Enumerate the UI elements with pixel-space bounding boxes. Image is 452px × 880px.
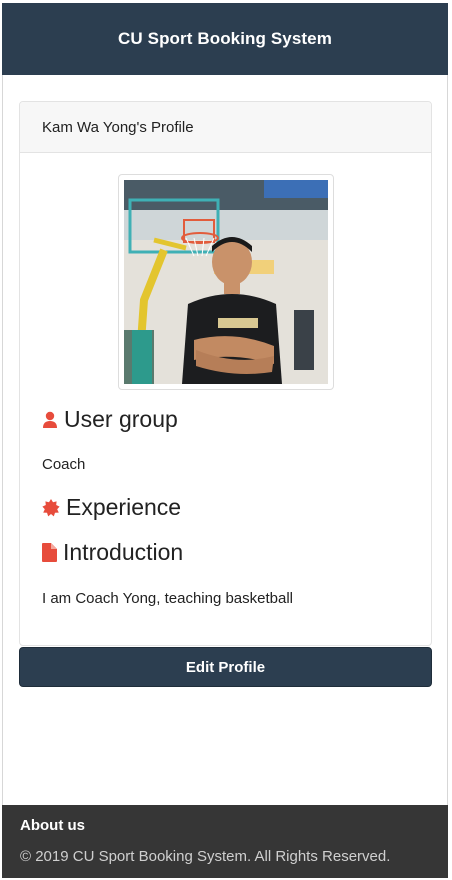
user-icon [43,411,57,428]
user-group-label: User group [64,406,178,432]
introduction-value: I am Coach Yong, teaching basketball [42,590,294,607]
profile-title: Kam Wa Yong's Profile [42,118,194,136]
profile-photo-frame [118,174,334,390]
profile-photo [124,180,328,384]
footer: About us © 2019 CU Sport Booking System.… [2,805,448,878]
introduction-heading: Introduction [42,539,183,566]
certificate-icon [42,498,60,516]
edit-profile-button[interactable]: Edit Profile [19,647,432,687]
introduction-label: Introduction [63,539,184,565]
experience-label: Experience [66,494,182,520]
user-group-heading: User group [42,406,178,433]
experience-heading: Experience [42,494,181,521]
footer-copyright: © 2019 CU Sport Booking System. All Righ… [20,848,391,865]
footer-about-us[interactable]: About us [20,817,430,834]
user-group-value: Coach [42,456,86,473]
navbar: CU Sport Booking System [2,3,448,75]
profile-card-header: Kam Wa Yong's Profile [20,102,431,153]
app-title[interactable]: CU Sport Booking System [118,29,332,49]
profile-card: Kam Wa Yong's Profile User group Coach E… [19,101,432,646]
file-icon [42,543,57,562]
